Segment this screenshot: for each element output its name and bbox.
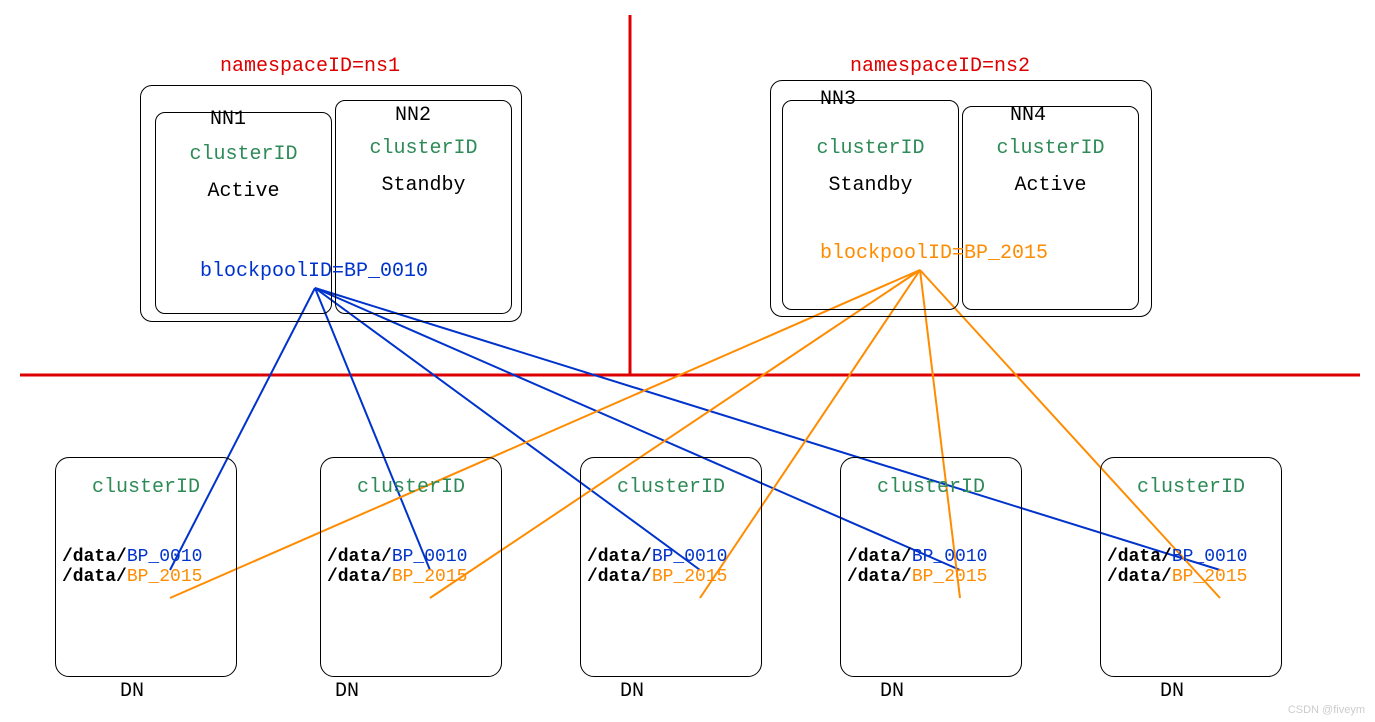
dn-2-path-bp2015: /data/BP_2015 [327,567,495,587]
dn-4-path-bp2015: /data/BP_2015 [847,567,1015,587]
dn-1-cluster: clusterID [56,476,236,499]
nn4-state: Active [963,174,1138,197]
dn-1-path-bp0010: /data/BP_0010 [62,547,230,567]
watermark: CSDN @fiveym [1288,704,1365,716]
nn4-cluster: clusterID [963,137,1138,160]
nn4-name: NN4 [1010,104,1046,127]
dn-5-path-bp0010: /data/BP_0010 [1107,547,1275,567]
dn-4-label: DN [880,680,904,703]
dn-5-path-bp2015: /data/BP_2015 [1107,567,1275,587]
dn-4-cluster: clusterID [841,476,1021,499]
dn-2-path-bp0010: /data/BP_0010 [327,547,495,567]
namespace-2-label: namespaceID=ns2 [850,55,1030,78]
dn-4-path-bp0010: /data/BP_0010 [847,547,1015,567]
nn4-box: clusterID Active [962,106,1139,310]
nn1-cluster: clusterID [156,143,331,166]
dn-5-cluster: clusterID [1101,476,1281,499]
dn-3-label: DN [620,680,644,703]
nn2-state: Standby [336,174,511,197]
nn2-cluster: clusterID [336,137,511,160]
namespace-1-label: namespaceID=ns1 [220,55,400,78]
dn-1-label: DN [120,680,144,703]
nn2-name: NN2 [395,104,431,127]
dn-2-box: clusterID /data/BP_0010 /data/BP_2015 [320,457,502,677]
dn-1-box: clusterID /data/BP_0010 /data/BP_2015 [55,457,237,677]
nn3-name: NN3 [820,88,856,111]
dn-2-label: DN [335,680,359,703]
nn3-box: clusterID Standby [782,100,959,310]
nn3-cluster: clusterID [783,137,958,160]
dn-3-box: clusterID /data/BP_0010 /data/BP_2015 [580,457,762,677]
dn-3-path-bp2015: /data/BP_2015 [587,567,755,587]
dn-3-path-bp0010: /data/BP_0010 [587,547,755,567]
dn-3-cluster: clusterID [581,476,761,499]
dn-1-path-bp2015: /data/BP_2015 [62,567,230,587]
dn-2-cluster: clusterID [321,476,501,499]
dn-4-box: clusterID /data/BP_0010 /data/BP_2015 [840,457,1022,677]
nn1-name: NN1 [210,108,246,131]
dn-5-box: clusterID /data/BP_0010 /data/BP_2015 [1100,457,1282,677]
nn1-state: Active [156,180,331,203]
nn3-state: Standby [783,174,958,197]
blockpool-1-label: blockpoolID=BP_0010 [200,260,428,283]
nn1-box: clusterID Active [155,112,332,314]
blockpool-2-label: blockpoolID=BP_2015 [820,242,1048,265]
dn-5-label: DN [1160,680,1184,703]
